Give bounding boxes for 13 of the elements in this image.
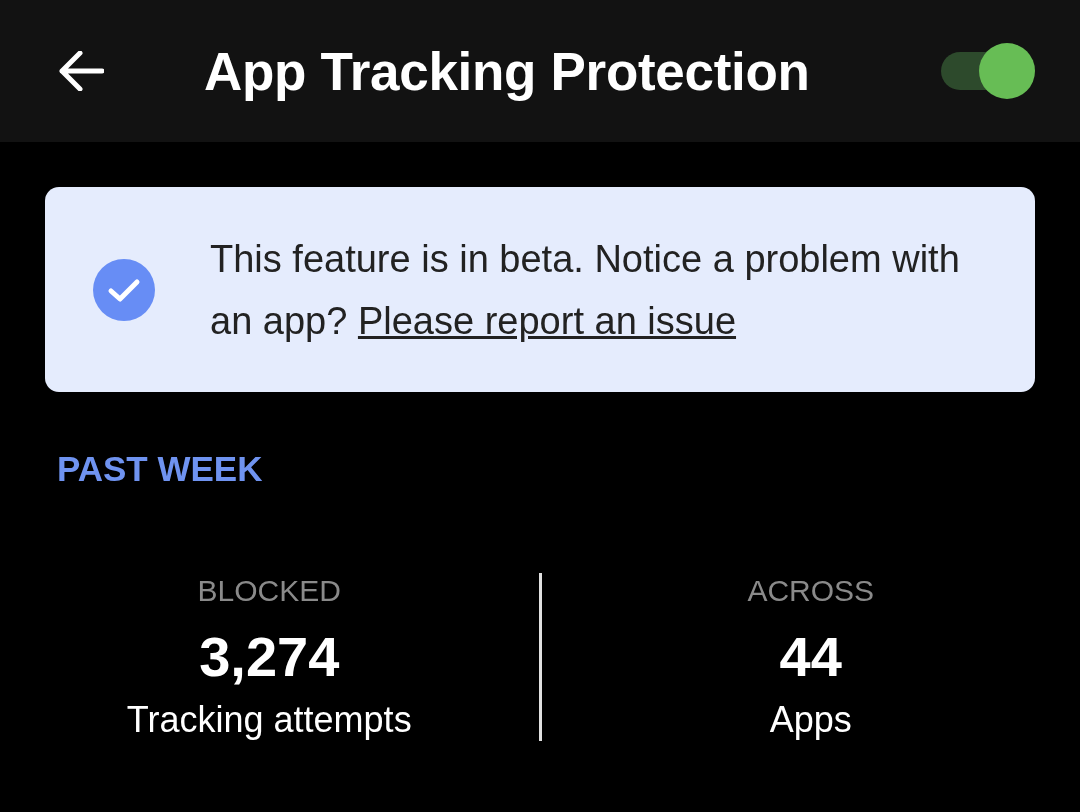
back-arrow-icon	[58, 51, 104, 91]
screen-title: App Tracking Protection	[204, 40, 811, 102]
report-issue-link[interactable]: Please report an issue	[357, 299, 737, 342]
stat-label: BLOCKED	[197, 573, 341, 609]
toggle-switch[interactable]	[941, 42, 1035, 100]
section-heading: PAST WEEK	[57, 448, 264, 490]
stat-value: 44	[779, 625, 842, 689]
stat-label: ACROSS	[747, 573, 875, 609]
stat-caption: Apps	[769, 699, 852, 741]
notice-text: This feature is in beta. Notice a problem with an app? Please report an issue	[210, 236, 961, 344]
stat-value: 3,274	[199, 625, 340, 689]
stat-caption: Tracking attempts	[126, 699, 412, 741]
check-circle-icon	[93, 258, 155, 321]
